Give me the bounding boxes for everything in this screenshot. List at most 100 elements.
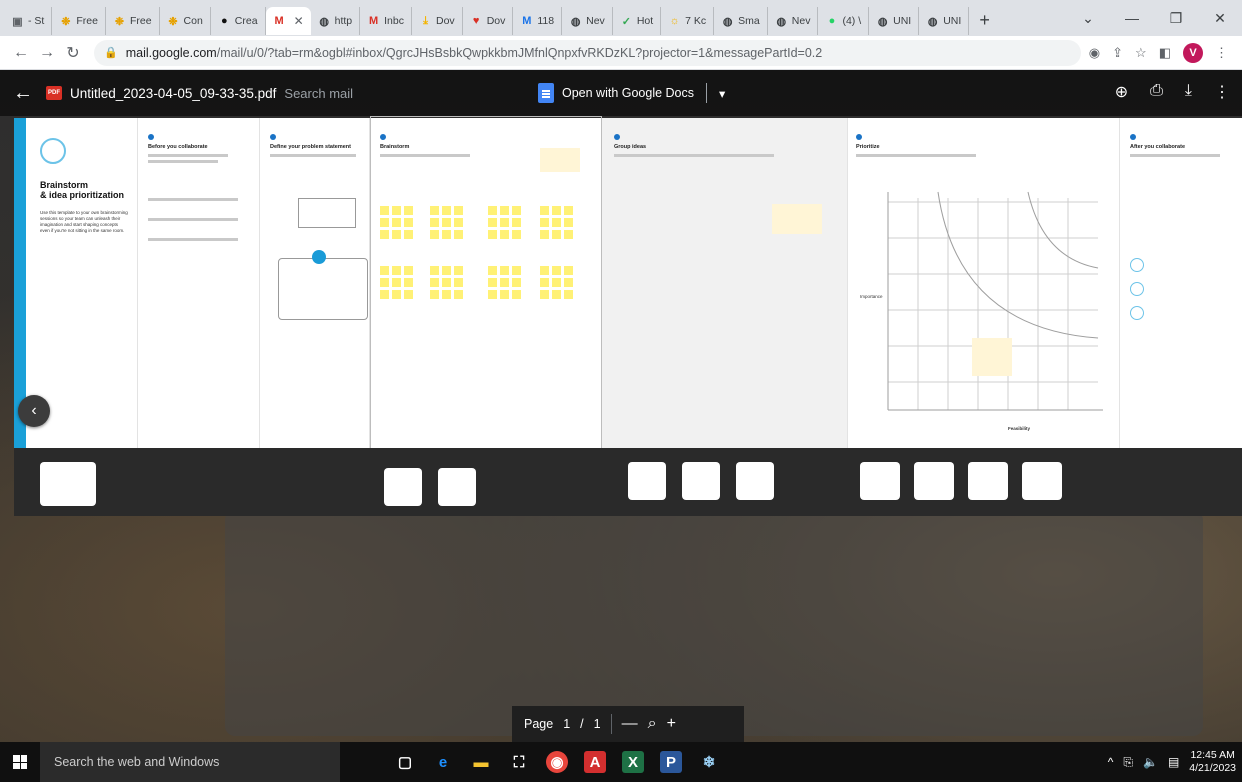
tab-label: Free xyxy=(76,15,98,27)
browser-tab[interactable]: ♥ Dov xyxy=(463,7,514,35)
browser-tab[interactable]: ◍ http xyxy=(311,7,361,35)
url-host: mail.google.com xyxy=(125,45,217,60)
start-button[interactable] xyxy=(0,755,40,769)
tab-label: Hot xyxy=(636,15,654,27)
tip-badge-icon xyxy=(312,250,326,264)
task-view-icon[interactable]: ▢ xyxy=(394,751,416,773)
prioritization-grid xyxy=(887,191,1103,411)
minimize-icon[interactable]: — xyxy=(1110,10,1154,26)
background-search-text: Search mail xyxy=(284,85,354,101)
globe-icon: ◍ xyxy=(319,15,329,28)
profile-avatar[interactable]: V xyxy=(1183,42,1203,63)
file-explorer-icon[interactable]: ▬ xyxy=(470,751,492,773)
gmail-icon: M xyxy=(274,15,284,27)
network-icon[interactable]: ⎘ xyxy=(1123,755,1133,770)
back-icon[interactable]: ← xyxy=(8,44,34,62)
print-icon[interactable]: ⎙ xyxy=(1150,82,1163,102)
zoom-reset-magnifier-icon[interactable]: ⌕ xyxy=(648,715,657,733)
tab-label: (4) \ xyxy=(842,15,862,27)
step-dot-icon xyxy=(1130,134,1136,140)
gmail-icon: M xyxy=(369,15,379,27)
new-tab-button[interactable]: + xyxy=(969,10,1000,31)
prioritize-thumbnail-3 xyxy=(968,462,1008,500)
browser-tab[interactable]: M ✕ xyxy=(265,7,311,35)
more-options-icon[interactable]: ⋮ xyxy=(1214,82,1230,102)
taskbar-search[interactable]: Search the web and Windows xyxy=(40,742,340,782)
menu-kebab-icon[interactable]: ⋮ xyxy=(1215,45,1228,61)
panel-group: Group ideas xyxy=(602,118,848,448)
share-icon[interactable]: ⇪ xyxy=(1112,45,1123,61)
sparkle-icon: ❉ xyxy=(114,15,125,28)
group-thumbnail-2 xyxy=(682,462,720,500)
browser-tab[interactable]: ❉ Con xyxy=(160,7,211,35)
browser-toolbar: ← → ↻ 🔒 mail.google.com/mail/u/0/?tab=rm… xyxy=(0,36,1242,70)
square-icon: ▣ xyxy=(12,15,23,28)
globe-icon: ◍ xyxy=(776,15,787,28)
browser-tab[interactable]: ☼ 7 Kc xyxy=(661,7,715,35)
excel-icon[interactable]: X xyxy=(622,751,644,773)
pdf-file-icon: PDF xyxy=(46,86,62,100)
volume-muted-icon[interactable]: 🔈 xyxy=(1143,755,1158,769)
zoom-out-icon[interactable]: — xyxy=(622,715,638,733)
forward-icon[interactable]: → xyxy=(34,44,60,62)
browser-tab[interactable]: ⤓ Dov xyxy=(412,7,463,35)
location-icon[interactable]: ◉ xyxy=(1089,45,1100,61)
browser-tab[interactable]: ▣ - St xyxy=(4,7,53,35)
sun-icon: ☼ xyxy=(669,15,680,27)
close-window-icon[interactable]: ✕ xyxy=(1198,10,1242,27)
total-pages: 1 xyxy=(593,717,601,731)
tray-chevron-icon[interactable]: ^ xyxy=(1108,755,1114,769)
address-bar[interactable]: 🔒 mail.google.com/mail/u/0/?tab=rm&ogbl#… xyxy=(94,39,1081,66)
side-panel-icon[interactable]: ◧ xyxy=(1159,45,1171,61)
chrome-icon[interactable]: ◉ xyxy=(546,751,568,773)
panel-prioritize: Prioritize Importance Feasibility xyxy=(848,118,1120,448)
tab-search-icon[interactable]: ⌄ xyxy=(1066,10,1110,27)
divider xyxy=(610,714,612,734)
open-with-google-docs-button[interactable]: Open with Google Docs ▾ xyxy=(538,80,725,106)
browser-tab[interactable]: ● Crea xyxy=(211,7,266,35)
browser-tab[interactable]: ◍ Nev xyxy=(768,7,819,35)
edge-icon[interactable]: e xyxy=(432,751,454,773)
browser-tab[interactable]: ● (4) \ xyxy=(818,7,870,35)
step-dot-icon xyxy=(148,134,154,140)
brainstorm-thumbnail-1 xyxy=(384,468,422,506)
lock-icon: 🔒 xyxy=(104,47,118,59)
browser-tab[interactable]: ◍ UNI xyxy=(919,7,970,35)
page-separator: / xyxy=(580,717,584,731)
browser-tab[interactable]: ◍ Nev xyxy=(562,7,613,35)
previous-attachment-button[interactable]: ‹ xyxy=(18,395,50,427)
notifications-icon[interactable]: ▤ xyxy=(1168,755,1179,769)
restore-icon[interactable]: ❐ xyxy=(1154,10,1198,27)
globe-icon: ◍ xyxy=(570,15,581,28)
tab-label: Nev xyxy=(586,15,605,27)
dropdown-caret-icon[interactable]: ▾ xyxy=(719,86,725,101)
store-icon[interactable]: ⛶ xyxy=(508,751,530,773)
m-icon: M xyxy=(522,15,532,27)
browser-tab[interactable]: M 118 xyxy=(513,7,563,35)
globe-icon: ◍ xyxy=(722,15,733,28)
browser-tab[interactable]: M Inbc xyxy=(360,7,412,35)
reload-icon[interactable]: ↻ xyxy=(60,43,86,63)
whatsapp-icon: ● xyxy=(828,15,836,27)
publisher-icon[interactable]: P xyxy=(660,751,682,773)
browser-tab[interactable]: ◍ Sma xyxy=(714,7,768,35)
browser-tab[interactable]: ◍ UNI xyxy=(869,7,920,35)
add-to-drive-icon[interactable]: ⊕ xyxy=(1115,82,1128,102)
download-icon[interactable]: ⤓ xyxy=(1185,82,1192,102)
browser-tab[interactable]: ❉ Free xyxy=(52,7,106,35)
close-viewer-arrow-icon[interactable]: ← xyxy=(0,82,46,105)
browser-tab[interactable]: ❉ Free xyxy=(106,7,160,35)
step-dot-icon xyxy=(270,134,276,140)
clock[interactable]: 12:45 AM 4/21/2023 xyxy=(1189,749,1236,775)
acrobat-icon[interactable]: A xyxy=(584,751,606,773)
browser-tab[interactable]: ✓ Hot xyxy=(613,7,662,35)
close-tab-icon[interactable]: ✕ xyxy=(294,14,304,28)
bookmark-star-icon[interactable]: ☆ xyxy=(1135,45,1147,61)
tips-card xyxy=(278,258,368,320)
leaf-icon: ✓ xyxy=(621,15,631,28)
zoom-in-icon[interactable]: + xyxy=(667,715,676,733)
page-controls: Page 1 / 1 — ⌕ + xyxy=(512,706,744,742)
tab-label: Dov xyxy=(486,15,506,27)
snowflake-app-icon[interactable]: ❄ xyxy=(698,751,720,773)
importance-label: Importance xyxy=(860,294,883,299)
